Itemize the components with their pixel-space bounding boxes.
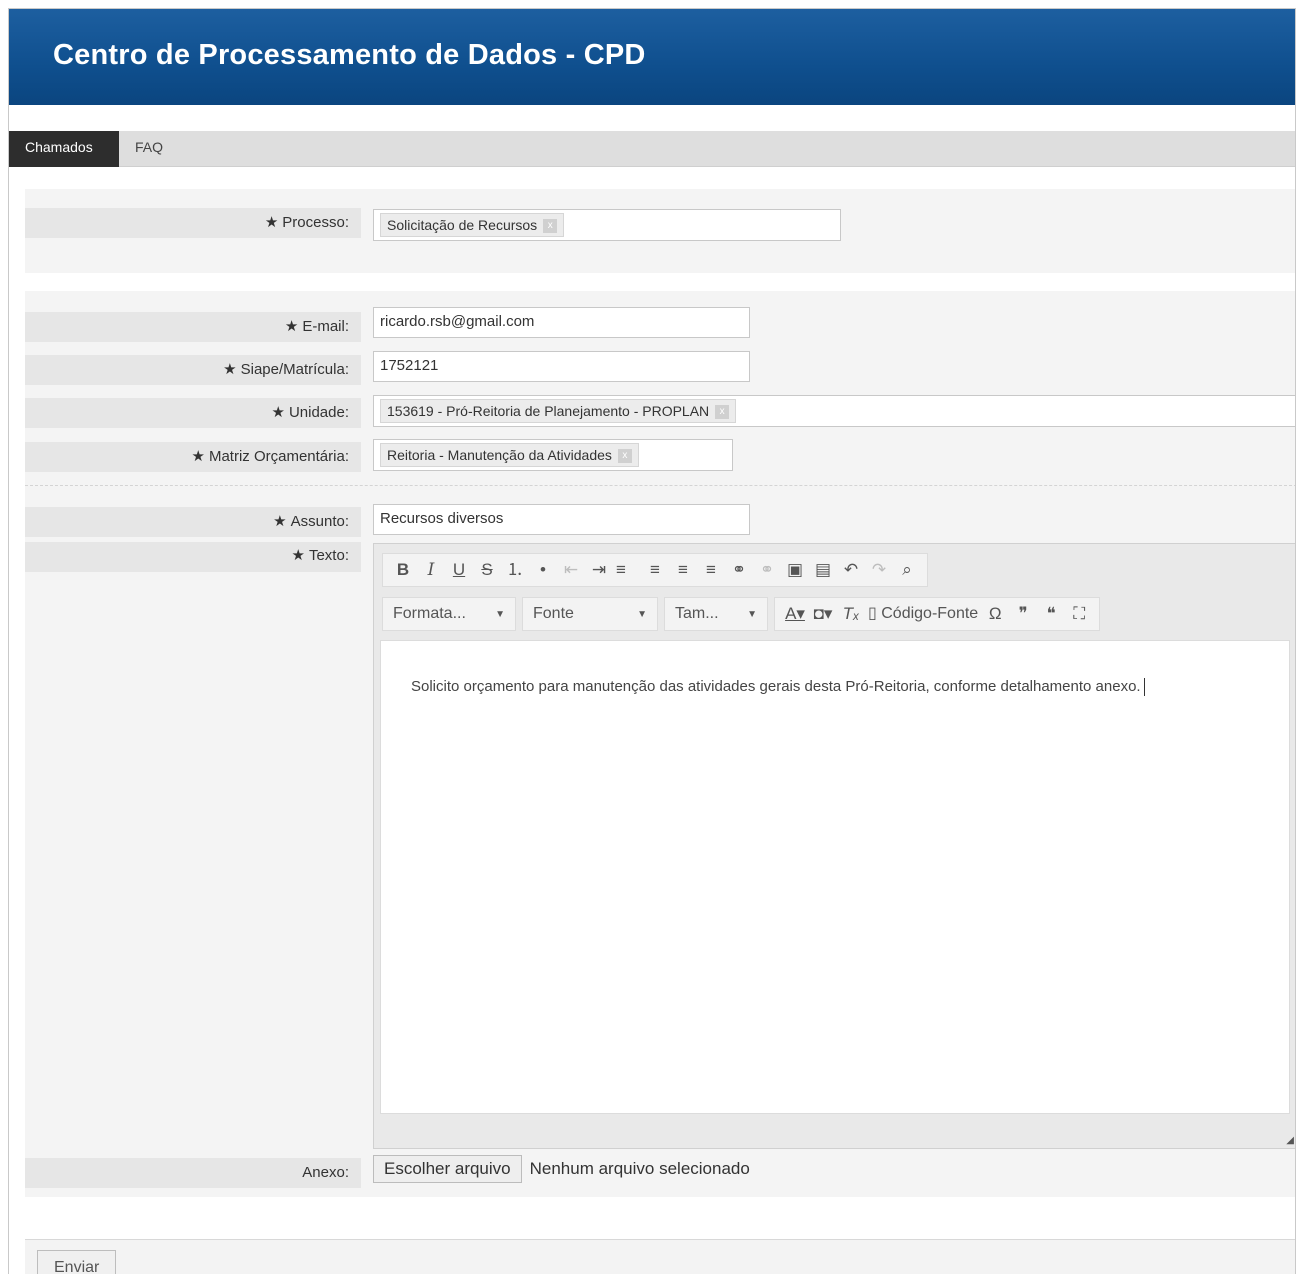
assunto-label-text: Assunto: bbox=[290, 513, 349, 530]
source-code-button[interactable]: ▯ Código-Fonte bbox=[868, 599, 978, 629]
strikethrough-icon[interactable]: S bbox=[476, 555, 498, 585]
size-dropdown-label: Tam... bbox=[675, 605, 719, 622]
form-footer: Enviar bbox=[25, 1239, 1295, 1274]
align-justify-icon[interactable]: ≡ bbox=[700, 555, 722, 585]
required-star-icon: ★ bbox=[291, 547, 305, 564]
rich-text-editor: B I U S ⒈ • ⇤ ⇥ ≡ ≡ ≡ ≡ ⚭ ⚭ ▣ ▤ ↶ ↷ ⌕ Fo… bbox=[373, 543, 1295, 1149]
email-label-text: E-mail: bbox=[302, 318, 349, 335]
unidade-select[interactable]: 153619 - Pró-Reitoria de Planejamento - … bbox=[373, 395, 1295, 427]
unidade-label: ★ Unidade: bbox=[25, 398, 361, 428]
tab-faq[interactable]: FAQ bbox=[119, 131, 179, 167]
format-dropdown-label: Formata... bbox=[393, 605, 466, 622]
texto-label: ★ Texto: bbox=[25, 542, 361, 572]
font-dropdown-label: Fonte bbox=[533, 605, 574, 622]
editor-toolbar-row-2: Formata... ▼ Fonte ▼ Tam... ▼ A▾ ◘▾ Tₓ ▯ Có… bbox=[382, 596, 1106, 632]
email-field[interactable]: ricardo.rsb@gmail.com bbox=[373, 307, 750, 338]
background-color-icon[interactable]: ◘▾ bbox=[812, 599, 834, 629]
chevron-down-icon: ▼ bbox=[637, 608, 647, 620]
size-dropdown[interactable]: Tam... ▼ bbox=[664, 597, 768, 631]
quote-icon[interactable]: ❝ bbox=[1040, 599, 1062, 629]
format-dropdown[interactable]: Formata... ▼ bbox=[382, 597, 516, 631]
assunto-label: ★ Assunto: bbox=[25, 507, 361, 537]
choose-file-button[interactable]: Escolher arquivo bbox=[373, 1155, 522, 1183]
required-star-icon: ★ bbox=[264, 214, 279, 231]
resize-handle-icon[interactable]: ◢ bbox=[1286, 1135, 1294, 1146]
link-icon[interactable]: ⚭ bbox=[728, 555, 750, 585]
required-star-icon: ★ bbox=[191, 448, 205, 465]
editor-toolbar-row-1: B I U S ⒈ • ⇤ ⇥ ≡ ≡ ≡ ≡ ⚭ ⚭ ▣ ▤ ↶ ↷ ⌕ bbox=[382, 552, 934, 588]
required-star-icon: ★ bbox=[271, 404, 285, 421]
processo-label-text: Processo: bbox=[282, 214, 349, 231]
matriz-tag: Reitoria - Manutenção da Atividades x bbox=[380, 443, 639, 467]
chevron-down-icon: ▼ bbox=[495, 608, 505, 620]
matriz-tag-text: Reitoria - Manutenção da Atividades bbox=[387, 447, 612, 463]
matriz-select[interactable]: Reitoria - Manutenção da Atividades x bbox=[373, 439, 733, 471]
special-char-icon[interactable]: Ω bbox=[984, 599, 1006, 629]
toolbar-group-basic: B I U S ⒈ • ⇤ ⇥ ≡ ≡ ≡ ≡ ⚭ ⚭ ▣ ▤ ↶ ↷ ⌕ bbox=[382, 553, 928, 587]
unlink-icon[interactable]: ⚭ bbox=[756, 555, 778, 585]
undo-icon[interactable]: ↶ bbox=[840, 555, 862, 585]
source-code-label: Código-Fonte bbox=[881, 605, 979, 622]
unidade-tag: 153619 - Pró-Reitoria de Planejamento - … bbox=[380, 399, 737, 423]
align-left-icon[interactable]: ≡ bbox=[616, 555, 638, 585]
file-upload: Escolher arquivo Nenhum arquivo selecion… bbox=[373, 1154, 750, 1184]
indent-icon[interactable]: ⇥ bbox=[588, 555, 610, 585]
blockquote-icon[interactable]: ❞ bbox=[1012, 599, 1034, 629]
bulleted-list-icon[interactable]: • bbox=[532, 555, 554, 585]
texto-label-text: Texto: bbox=[308, 547, 349, 564]
email-label: ★ E-mail: bbox=[25, 312, 361, 342]
processo-select[interactable]: Solicitação de Recursos x bbox=[373, 209, 841, 241]
required-star-icon: ★ bbox=[223, 361, 237, 378]
align-center-icon[interactable]: ≡ bbox=[644, 555, 666, 585]
chevron-down-icon: ▼ bbox=[747, 608, 757, 620]
italic-icon[interactable]: I bbox=[420, 555, 442, 585]
file-status-text: Nenhum arquivo selecionado bbox=[529, 1159, 750, 1178]
matriz-label: ★ Matriz Orçamentária: bbox=[25, 442, 361, 472]
align-right-icon[interactable]: ≡ bbox=[672, 555, 694, 585]
remove-tag-icon[interactable]: x bbox=[617, 449, 632, 464]
required-star-icon: ★ bbox=[273, 513, 287, 530]
outdent-icon[interactable]: ⇤ bbox=[560, 555, 582, 585]
remove-tag-icon[interactable]: x bbox=[543, 219, 558, 234]
image-icon[interactable]: ▣ bbox=[784, 555, 806, 585]
tabs-bar: Chamados FAQ bbox=[9, 131, 1295, 167]
page-header: Centro de Processamento de Dados - CPD bbox=[9, 9, 1295, 105]
siape-label: ★ Siape/Matrícula: bbox=[25, 355, 361, 385]
section-divider bbox=[25, 485, 1295, 486]
page-break-icon[interactable]: ▤ bbox=[812, 555, 834, 585]
processo-label: ★ Processo: bbox=[25, 208, 361, 238]
page-title: Centro de Processamento de Dados - CPD bbox=[53, 39, 646, 71]
unidade-label-text: Unidade: bbox=[288, 404, 349, 421]
processo-tag-text: Solicitação de Recursos bbox=[387, 217, 538, 233]
unidade-tag-text: 153619 - Pró-Reitoria de Planejamento - … bbox=[387, 403, 710, 419]
editor-content-text: Solicito orçamento para manutenção das a… bbox=[411, 678, 1141, 695]
tab-chamados[interactable]: Chamados bbox=[9, 131, 119, 167]
underline-icon[interactable]: U bbox=[448, 555, 470, 585]
matriz-label-text: Matriz Orçamentária: bbox=[208, 448, 349, 465]
assunto-field[interactable]: Recursos diversos bbox=[373, 504, 750, 535]
toolbar-group-extra: A▾ ◘▾ Tₓ ▯ Código-Fonte Ω ❞ ❝ ⛶ bbox=[774, 597, 1101, 631]
editor-content-area[interactable]: Solicito orçamento para manutenção das a… bbox=[380, 640, 1290, 1114]
text-cursor bbox=[1143, 678, 1145, 697]
font-dropdown[interactable]: Fonte ▼ bbox=[522, 597, 658, 631]
anexo-label: Anexo: bbox=[25, 1158, 361, 1188]
page-frame: Centro de Processamento de Dados - CPD C… bbox=[8, 8, 1296, 1274]
remove-format-icon[interactable]: Tₓ bbox=[840, 599, 862, 629]
maximize-icon[interactable]: ⛶ bbox=[1068, 599, 1090, 629]
redo-icon[interactable]: ↷ bbox=[868, 555, 890, 585]
required-star-icon: ★ bbox=[284, 318, 299, 335]
remove-tag-icon[interactable]: x bbox=[715, 405, 730, 420]
find-icon[interactable]: ⌕ bbox=[896, 555, 918, 585]
text-color-icon[interactable]: A▾ bbox=[784, 599, 806, 629]
numbered-list-icon[interactable]: ⒈ bbox=[504, 555, 526, 585]
processo-tag: Solicitação de Recursos x bbox=[380, 213, 565, 237]
siape-field[interactable]: 1752121 bbox=[373, 351, 750, 382]
submit-button[interactable]: Enviar bbox=[37, 1250, 117, 1274]
siape-label-text: Siape/Matrícula: bbox=[240, 361, 349, 378]
bold-icon[interactable]: B bbox=[392, 555, 414, 585]
